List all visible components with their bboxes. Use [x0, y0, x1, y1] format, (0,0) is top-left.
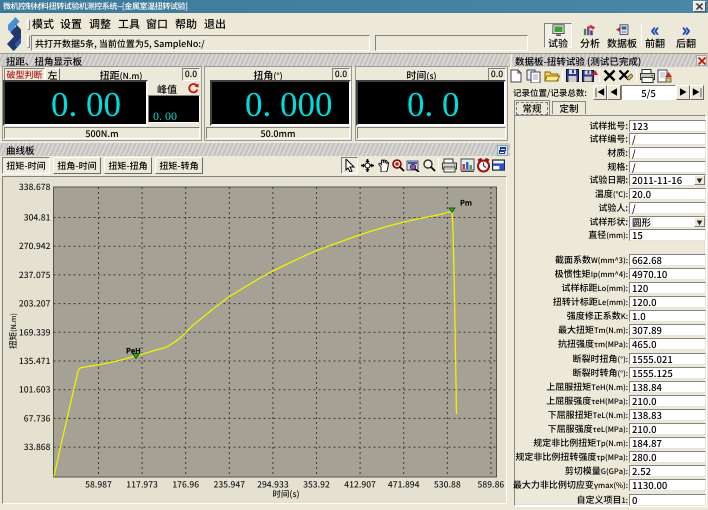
svg-text:589.86: 589.86	[478, 479, 505, 491]
svg-text:时间(s): 时间(s)	[272, 488, 299, 500]
svg-text:扭矩(N.m): 扭矩(N.m)	[7, 313, 19, 349]
svg-text:270.942: 270.942	[19, 240, 51, 252]
svg-text:412.907: 412.907	[344, 479, 376, 491]
svg-text:237.075: 237.075	[19, 269, 51, 281]
svg-text:67.736: 67.736	[24, 412, 51, 424]
svg-text:338.678: 338.678	[19, 181, 51, 193]
svg-text:PeH: PeH	[126, 346, 141, 357]
svg-text:58.987: 58.987	[85, 479, 112, 491]
svg-text:353.92: 353.92	[303, 479, 330, 491]
svg-text:203.207: 203.207	[19, 298, 51, 310]
svg-text:471.894: 471.894	[388, 479, 420, 491]
svg-text:304.81: 304.81	[24, 212, 51, 224]
svg-text:101.603: 101.603	[19, 384, 51, 396]
svg-text:117.973: 117.973	[126, 479, 158, 491]
svg-text:135.471: 135.471	[19, 355, 51, 367]
svg-text:33.868: 33.868	[24, 441, 51, 453]
svg-text:235.947: 235.947	[213, 479, 245, 491]
svg-text:169.339: 169.339	[19, 326, 51, 338]
svg-text:530.88: 530.88	[434, 479, 461, 491]
svg-text:176.96: 176.96	[172, 479, 199, 491]
svg-text:Pm: Pm	[460, 198, 472, 209]
